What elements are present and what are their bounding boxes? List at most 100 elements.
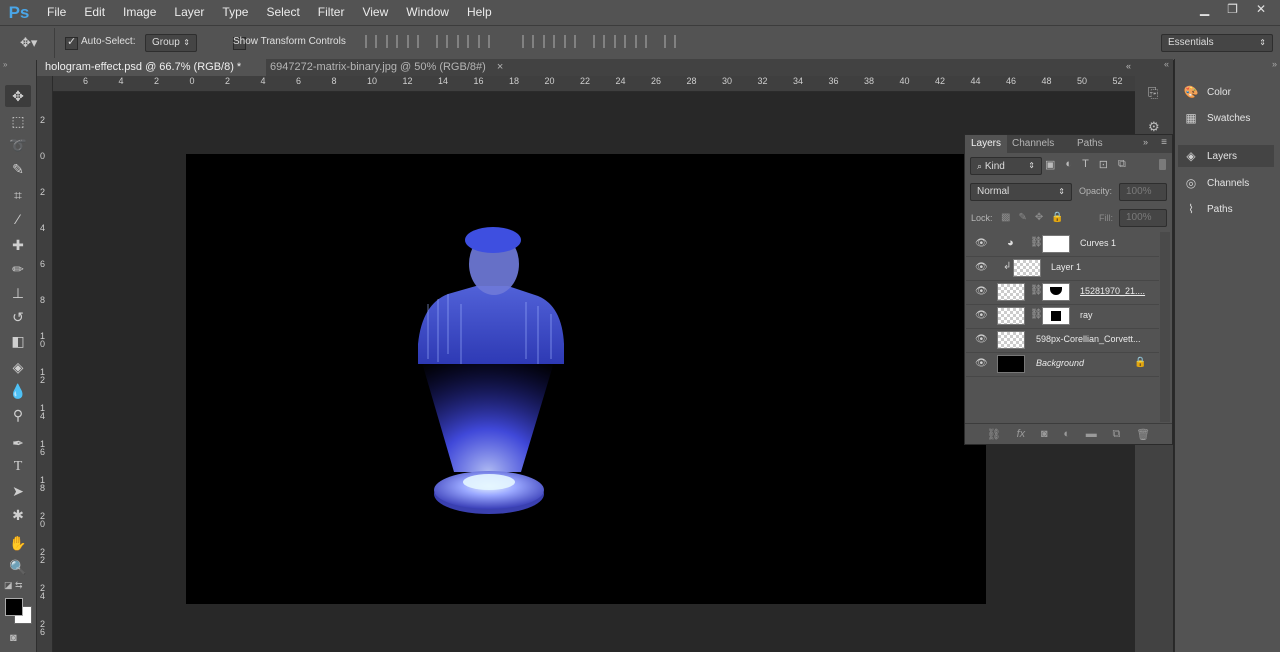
collapse-arrows-icon[interactable]: » xyxy=(1272,59,1277,69)
layer-row-ray[interactable]: 👁 ⛓ ray xyxy=(966,304,1159,329)
visibility-eye-icon[interactable]: 👁 xyxy=(975,358,988,369)
crop-tool-icon[interactable]: ⌗ xyxy=(5,184,31,206)
tab-matrix-binary[interactable]: 6947272-matrix-binary.jpg @ 50% (RGB/8#)… xyxy=(262,59,511,76)
blur-tool-icon[interactable]: 💧 xyxy=(5,380,31,402)
clone-stamp-tool-icon[interactable]: ⊥ xyxy=(5,282,31,304)
panel-swatches[interactable]: ▦ Swatches xyxy=(1183,111,1250,125)
menu-type[interactable]: Type xyxy=(213,0,257,25)
layer-row-corellian[interactable]: 👁 598px-Corellian_Corvett... xyxy=(966,328,1159,353)
align-bottom-icon[interactable] xyxy=(407,35,419,48)
auto-select-checkbox[interactable] xyxy=(65,35,78,50)
quick-mask-icon[interactable]: ◙ xyxy=(10,632,17,644)
collapse-arrows-icon[interactable]: » xyxy=(3,60,7,69)
document-canvas[interactable] xyxy=(186,154,986,604)
marquee-tool-icon[interactable]: ⬚ xyxy=(5,110,31,132)
panel-menu-icon[interactable]: ≡ xyxy=(1161,137,1167,148)
filter-toggle[interactable] xyxy=(1159,159,1166,170)
eyedropper-tool-icon[interactable]: ⁄ xyxy=(5,208,31,230)
align-hcenter-icon[interactable] xyxy=(457,35,469,48)
distribute-left-icon[interactable] xyxy=(593,35,605,48)
menu-window[interactable]: Window xyxy=(397,0,458,25)
layer-mask-thumbnail[interactable] xyxy=(1042,307,1070,325)
visibility-eye-icon[interactable]: 👁 xyxy=(975,238,988,249)
panel-channels[interactable]: ◎ Channels xyxy=(1183,176,1250,190)
dodge-tool-icon[interactable]: ⚲ xyxy=(5,404,31,426)
pen-tool-icon[interactable]: ✒ xyxy=(5,432,31,454)
custom-shape-tool-icon[interactable]: ✱ xyxy=(5,504,31,526)
opacity-field[interactable]: 100% xyxy=(1119,183,1167,201)
healing-brush-tool-icon[interactable]: ✚ xyxy=(5,234,31,256)
tab-hologram-effect[interactable]: hologram-effect.psd @ 66.7% (RGB/8) * × xyxy=(37,59,266,90)
lock-position-icon[interactable]: ✥ xyxy=(1035,212,1043,223)
fx-icon[interactable]: fx xyxy=(1017,428,1026,440)
layer-thumbnail[interactable] xyxy=(1013,259,1041,277)
minimize-button[interactable]: ▁ xyxy=(1200,2,1209,16)
align-left-icon[interactable] xyxy=(436,35,448,48)
panel-layers[interactable]: ◈ Layers xyxy=(1183,149,1237,163)
tab-channels[interactable]: Channels xyxy=(1006,135,1060,153)
layers-scrollbar[interactable] xyxy=(1160,232,1170,422)
visibility-eye-icon[interactable]: 👁 xyxy=(975,286,988,297)
history-brush-tool-icon[interactable]: ↺ xyxy=(5,306,31,328)
link-chain-icon[interactable]: ⛓ xyxy=(1030,237,1043,248)
menu-layer[interactable]: Layer xyxy=(165,0,213,25)
lock-all-icon[interactable]: 🔒 xyxy=(1051,212,1063,223)
layer-thumbnail[interactable] xyxy=(997,355,1025,373)
visibility-eye-icon[interactable]: 👁 xyxy=(975,334,988,345)
distribute-top-icon[interactable] xyxy=(522,35,534,48)
menu-view[interactable]: View xyxy=(353,0,397,25)
menu-image[interactable]: Image xyxy=(114,0,165,25)
layer-mask-thumbnail[interactable] xyxy=(1042,235,1070,253)
panel-color[interactable]: 🎨 Color xyxy=(1183,85,1231,99)
tab-close-icon[interactable]: × xyxy=(497,61,503,73)
lock-pixels-icon[interactable]: ✎ xyxy=(1018,212,1026,223)
default-colors-icon[interactable]: ◪ ⇆ xyxy=(4,580,23,591)
link-chain-icon[interactable]: ⛓ xyxy=(1030,285,1043,296)
type-tool-icon[interactable]: T xyxy=(5,456,31,478)
link-layers-icon[interactable]: ⛓ xyxy=(987,428,1001,441)
layer-row-curves[interactable]: 👁 ◕ ⛓ Curves 1 xyxy=(966,232,1159,257)
menu-help[interactable]: Help xyxy=(458,0,501,25)
delete-layer-icon[interactable]: 🗑 xyxy=(1136,428,1150,441)
adjustment-filter-icon[interactable]: ◐ xyxy=(1065,158,1072,171)
panel-paths[interactable]: ⌇ Paths xyxy=(1183,202,1233,216)
collapse-arrows-icon[interactable]: « xyxy=(1126,61,1131,71)
align-right-icon[interactable] xyxy=(478,35,490,48)
visibility-eye-icon[interactable]: 👁 xyxy=(975,262,988,273)
paint-bucket-tool-icon[interactable]: ◈ xyxy=(5,356,31,378)
tab-paths[interactable]: Paths xyxy=(1071,135,1109,153)
layer-row-layer1[interactable]: 👁 ↲ Layer 1 xyxy=(966,256,1159,281)
menu-file[interactable]: File xyxy=(38,0,75,25)
collapse-arrows-icon[interactable]: « xyxy=(1164,59,1169,69)
auto-align-icon[interactable] xyxy=(664,35,676,48)
fill-field[interactable]: 100% xyxy=(1119,209,1167,227)
layer-row-15281970[interactable]: 👁 ⛓ 15281970_21.... xyxy=(966,280,1159,305)
menu-edit[interactable]: Edit xyxy=(75,0,114,25)
new-group-folder-icon[interactable]: ▬ xyxy=(1086,428,1097,440)
close-button[interactable]: ✕ xyxy=(1256,2,1266,16)
lasso-tool-icon[interactable]: ➰ xyxy=(5,134,31,156)
align-vcenter-icon[interactable] xyxy=(386,35,398,48)
blend-mode-dropdown[interactable]: Normal ⇕ xyxy=(970,183,1072,201)
foreground-color-swatch[interactable] xyxy=(5,598,23,616)
eraser-tool-icon[interactable]: ◧ xyxy=(5,330,31,352)
type-filter-icon[interactable]: T xyxy=(1082,158,1089,171)
new-layer-icon[interactable]: ⧉ xyxy=(1112,428,1120,441)
distribute-hcenter-icon[interactable] xyxy=(614,35,626,48)
pixel-filter-icon[interactable]: ▣ xyxy=(1045,158,1055,171)
layer-mask-thumbnail[interactable] xyxy=(1042,283,1070,301)
filter-kind-dropdown[interactable]: ⌕ Kind ⇕ xyxy=(970,157,1042,175)
visibility-eye-icon[interactable]: 👁 xyxy=(975,310,988,321)
tab-layers[interactable]: Layers xyxy=(965,135,1008,153)
collapse-arrows-icon[interactable]: » xyxy=(1143,137,1148,147)
distribute-right-icon[interactable] xyxy=(635,35,647,48)
menu-filter[interactable]: Filter xyxy=(309,0,354,25)
new-adjustment-icon[interactable]: ◐ xyxy=(1063,428,1070,440)
zoom-tool-icon[interactable]: 🔍 xyxy=(5,556,31,578)
layer-thumbnail[interactable] xyxy=(997,307,1025,325)
hand-tool-icon[interactable]: ✋ xyxy=(5,532,31,554)
align-top-icon[interactable] xyxy=(365,35,377,48)
auto-select-dropdown[interactable]: Group ⇕ xyxy=(145,34,197,52)
brush-tool-icon[interactable]: ✏ xyxy=(5,258,31,280)
layer-thumbnail[interactable] xyxy=(997,283,1025,301)
